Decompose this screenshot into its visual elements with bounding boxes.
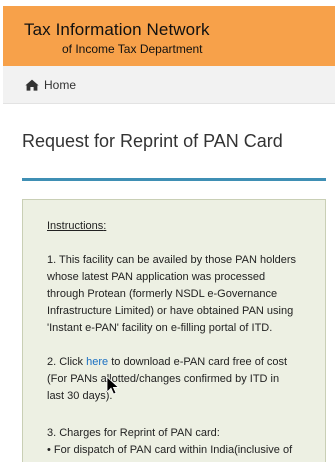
site-header: Tax Information Network of Income Tax De… [3,6,335,66]
instruction-line: last 30 days). [47,390,113,402]
home-icon[interactable] [25,79,39,91]
instructions-heading-text: Instructions [47,220,104,232]
instruction-line: (For PANs allotted/changes confirmed by … [47,373,280,385]
page-title: Request for Reprint of PAN Card [22,131,283,151]
mouse-pointer-icon [106,376,120,395]
breadcrumb-home-link[interactable]: Home [44,78,76,92]
instruction-line: 'Instant e-PAN' facility on e-filling po… [47,322,273,334]
instruction-line: whose latest PAN application was process… [47,271,266,283]
instructions-heading-colon: : [103,220,107,232]
instruction-line: 1. This facility can be availed by those… [47,254,297,266]
instruction-line: 2. Click here to download e-PAN card fre… [47,354,287,371]
breadcrumb: Home [3,66,335,104]
instruction-suffix: to download e-PAN card free of cost [108,356,288,368]
site-subtitle: of Income Tax Department [62,42,203,56]
instructions-heading: Instructions: [47,218,106,235]
instruction-item-2: 2. Click here to download e-PAN card fre… [47,354,287,405]
instruction-line: Infrastructure Limited) or have obtained… [47,305,294,317]
instruction-item-3: 3. Charges for Reprint of PAN card: • Fo… [47,425,292,459]
instruction-item-1: 1. This facility can be availed by those… [47,252,296,337]
site-title[interactable]: Tax Information Network [24,20,210,40]
instruction-line: • For dispatch of PAN card within India(… [47,444,293,456]
download-epan-link[interactable]: here [86,356,108,368]
instruction-line: 3. Charges for Reprint of PAN card: [47,427,220,439]
instruction-line: through Protean (formerly NSDL e-Governa… [47,288,278,300]
page: Tax Information Network of Income Tax De… [0,0,335,462]
instruction-prefix: 2. Click [47,356,87,368]
title-divider [22,178,326,181]
instructions-panel: Instructions: 1. This facility can be av… [22,199,326,462]
